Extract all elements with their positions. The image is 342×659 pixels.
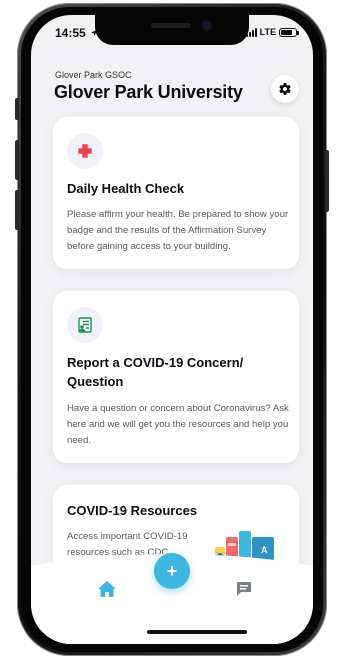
battery-level-fill [281, 29, 292, 35]
screenshot-stage: 14:55 LTE Glover Park GSOC Glover Park U… [0, 0, 342, 659]
report-concern-card[interactable]: Report a COVID-19 Concern/ Question Have… [53, 291, 299, 463]
mute-switch [15, 98, 19, 120]
phone-screen: 14:55 LTE Glover Park GSOC Glover Park U… [31, 15, 313, 644]
daily-health-check-card[interactable]: Daily Health Check Please affirm your he… [53, 117, 299, 269]
medical-cross-icon [78, 144, 92, 158]
add-button[interactable]: + [154, 553, 190, 589]
volume-down-button [15, 190, 19, 230]
card-icon-badge [67, 133, 103, 169]
settings-button[interactable] [271, 75, 299, 103]
status-indicators: LTE [245, 27, 299, 37]
card-description: Have a question or concern about Coronav… [67, 403, 289, 446]
side-power-button [325, 150, 329, 212]
speaker-grille [151, 23, 191, 28]
card-icon-badge [67, 307, 103, 343]
page-title: Glover Park University [54, 82, 243, 102]
gear-icon [279, 83, 291, 95]
status-time-text: 14:55 [55, 26, 86, 40]
nav-home-button[interactable] [97, 580, 119, 600]
notch [95, 15, 249, 45]
card-description: Please affirm your health. Be prepared t… [67, 209, 289, 252]
front-camera [202, 21, 211, 30]
nav-chat-button[interactable] [235, 580, 255, 600]
report-document-icon [78, 317, 92, 333]
network-type: LTE [259, 27, 276, 37]
card-title: Report a COVID-19 Concern/ Question [67, 355, 244, 389]
chat-icon [237, 582, 251, 596]
card-title: COVID-19 Resources [67, 503, 198, 518]
battery-icon [279, 27, 299, 37]
volume-up-button [15, 140, 19, 180]
home-indicator [147, 630, 247, 634]
card-title: Daily Health Check [67, 181, 185, 196]
status-time: 14:55 [55, 26, 98, 40]
home-icon [98, 581, 116, 597]
org-subtitle: Glover Park GSOC [55, 70, 132, 80]
